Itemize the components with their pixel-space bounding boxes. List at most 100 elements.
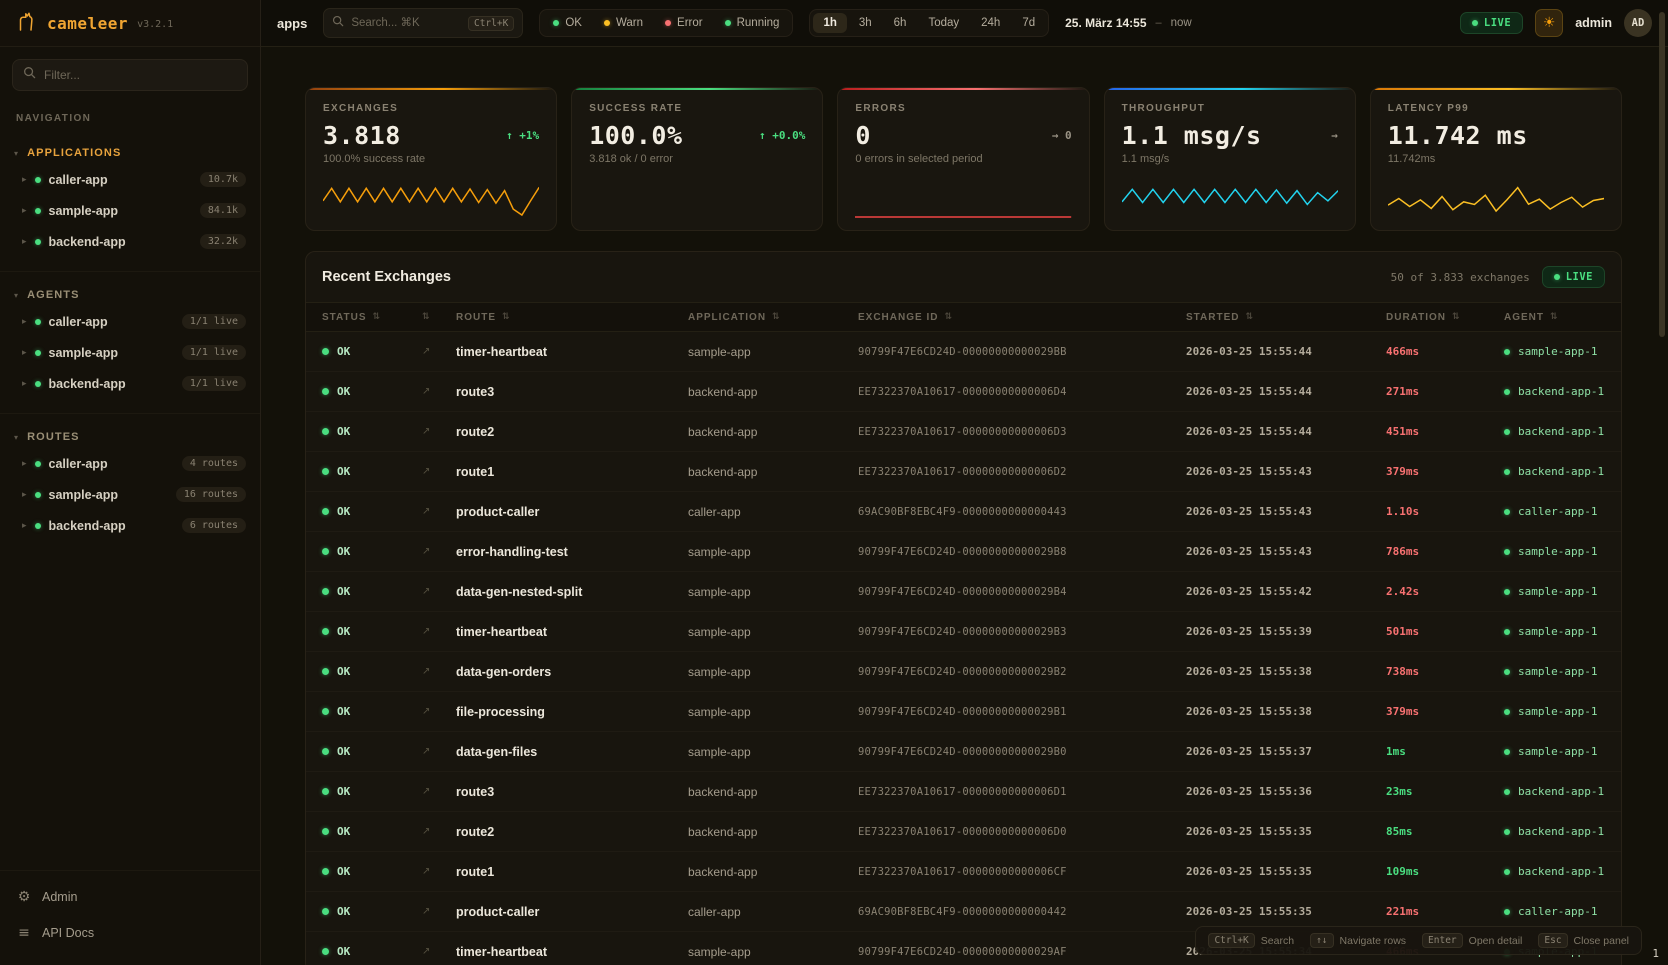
time-range-6h[interactable]: 6h — [884, 13, 917, 33]
sidebar-item-backend-app[interactable]: ▸ backend-app 32.2k — [0, 226, 260, 257]
application-cell: backend-app — [688, 785, 858, 799]
table-row[interactable]: OK ↗ timer-heartbeat sample-app 90799F47… — [306, 612, 1621, 652]
sidebar: cameleer v3.2.1 NAVIGATION ▾ APPLICATION… — [0, 0, 261, 965]
status-filter-ok[interactable]: OK — [543, 13, 592, 33]
live-label: LIVE — [1566, 271, 1593, 283]
exchange-id-cell: 90799F47E6CD24D-00000000000029AF — [858, 946, 1186, 958]
duration-cell: 109ms — [1386, 865, 1504, 878]
started-cell: 2026-03-25 15:55:42 — [1186, 585, 1386, 598]
agent-label: sample-app-1 — [1518, 745, 1597, 758]
table-row[interactable]: OK ↗ data-gen-orders sample-app 90799F47… — [306, 652, 1621, 692]
table-row[interactable]: OK ↗ route2 backend-app EE7322370A10617-… — [306, 812, 1621, 852]
column-header-agent[interactable]: AGENT ⇅ — [1504, 312, 1605, 323]
hint-label: Search — [1261, 935, 1294, 947]
table-row[interactable]: OK ↗ timer-heartbeat sample-app 90799F47… — [306, 332, 1621, 372]
table-row[interactable]: OK ↗ data-gen-nested-split sample-app 90… — [306, 572, 1621, 612]
duration-cell: 85ms — [1386, 825, 1504, 838]
sparkline-chart — [323, 184, 539, 220]
stat-card-throughput[interactable]: THROUGHPUT 1.1 msg/s → 1.1 msg/s — [1104, 87, 1356, 231]
ok-dot-icon — [322, 708, 329, 715]
sidebar-item-caller-app[interactable]: ▸ caller-app 10.7k — [0, 164, 260, 195]
table-row[interactable]: OK ↗ route1 backend-app EE7322370A10617-… — [306, 452, 1621, 492]
agent-label: backend-app-1 — [1518, 385, 1604, 398]
ok-dot-icon — [322, 468, 329, 475]
ok-dot-icon — [322, 668, 329, 675]
agent-dot-icon — [1504, 789, 1510, 795]
hint-label: Close panel — [1574, 935, 1629, 947]
column-header-duration[interactable]: DURATION ⇅ — [1386, 312, 1504, 323]
column-header-started[interactable]: STARTED ⇅ — [1186, 312, 1386, 323]
theme-toggle-button[interactable]: ☀ — [1535, 9, 1563, 37]
route-arrow-icon: ↗ — [422, 706, 456, 717]
table-row[interactable]: OK ↗ route1 backend-app EE7322370A10617-… — [306, 852, 1621, 892]
column-header-application[interactable]: APPLICATION ⇅ — [688, 312, 858, 323]
search-input[interactable] — [351, 17, 461, 29]
stat-subtitle: 1.1 msg/s — [1122, 153, 1338, 165]
sidebar-item-caller-app[interactable]: ▸ caller-app 4 routes — [0, 448, 260, 479]
status-filter-running[interactable]: Running — [715, 13, 790, 33]
time-range-24h[interactable]: 24h — [971, 13, 1010, 33]
sidebar-section-label: AGENTS — [27, 289, 79, 301]
filter-input[interactable] — [44, 68, 237, 82]
table-row[interactable]: OK ↗ data-gen-files sample-app 90799F47E… — [306, 732, 1621, 772]
sidebar-section-header[interactable]: ▾ APPLICATIONS — [0, 142, 260, 164]
date-range-display[interactable]: 25. März 14:55 – now — [1065, 16, 1192, 30]
ok-dot-icon — [322, 748, 329, 755]
live-toggle[interactable]: LIVE — [1460, 12, 1523, 34]
status-filter-warn[interactable]: Warn — [594, 13, 653, 33]
table-row[interactable]: OK ↗ error-handling-test sample-app 9079… — [306, 532, 1621, 572]
table-row[interactable]: OK ↗ product-caller caller-app 69AC90BF8… — [306, 492, 1621, 532]
sidebar-item-sample-app[interactable]: ▸ sample-app 84.1k — [0, 195, 260, 226]
status-dot-icon — [35, 523, 41, 529]
sidebar-item-sample-app[interactable]: ▸ sample-app 16 routes — [0, 479, 260, 510]
time-range-today[interactable]: Today — [918, 13, 969, 33]
stat-card-exchanges[interactable]: EXCHANGES 3.818 ↑ +1% 100.0% success rat… — [305, 87, 557, 231]
column-label: DURATION — [1386, 312, 1446, 323]
status-filter-error[interactable]: Error — [655, 13, 713, 33]
sidebar-item-backend-app[interactable]: ▸ backend-app 6 routes — [0, 510, 260, 541]
stat-card-success-rate[interactable]: SUCCESS RATE 100.0% ↑ +0.0% 3.818 ok / 0… — [571, 87, 823, 231]
sidebar-item-caller-app[interactable]: ▸ caller-app 1/1 live — [0, 306, 260, 337]
table-row[interactable]: OK ↗ file-processing sample-app 90799F47… — [306, 692, 1621, 732]
time-range-1h[interactable]: 1h — [813, 13, 846, 33]
column-header-icon[interactable]: ⇅ — [422, 312, 456, 322]
table-meta: 50 of 3.833 exchanges LIVE — [1391, 266, 1605, 288]
table-row[interactable]: OK ↗ route2 backend-app EE7322370A10617-… — [306, 412, 1621, 452]
column-label: STARTED — [1186, 312, 1239, 323]
table-live-badge[interactable]: LIVE — [1542, 266, 1605, 288]
filter-input-wrapper[interactable] — [12, 59, 248, 91]
agent-label: backend-app-1 — [1518, 865, 1604, 878]
sidebar-item-api-docs[interactable]: ≡ API Docs — [0, 915, 260, 951]
sidebar-item-backend-app[interactable]: ▸ backend-app 1/1 live — [0, 368, 260, 399]
time-range-7d[interactable]: 7d — [1012, 13, 1045, 33]
stat-card-latency-p99[interactable]: LATENCY P99 11.742 ms 11.742ms — [1370, 87, 1622, 231]
status-dot-icon — [35, 492, 41, 498]
status-label: OK — [337, 625, 350, 638]
logo[interactable]: cameleer v3.2.1 — [0, 0, 260, 47]
avatar[interactable]: AD — [1624, 9, 1652, 37]
agent-dot-icon — [1504, 829, 1510, 835]
sidebar-item-admin[interactable]: ⚙ Admin — [0, 879, 260, 915]
application-cell: caller-app — [688, 505, 858, 519]
application-cell: backend-app — [688, 385, 858, 399]
status-label: OK — [337, 345, 350, 358]
agent-cell: sample-app-1 — [1504, 345, 1605, 358]
table-row[interactable]: OK ↗ route3 backend-app EE7322370A10617-… — [306, 772, 1621, 812]
status-cell: OK — [322, 625, 422, 638]
stat-card-errors[interactable]: ERRORS 0 → 0 0 errors in selected period — [837, 87, 1089, 231]
ok-dot-icon — [322, 788, 329, 795]
sidebar-item-sample-app[interactable]: ▸ sample-app 1/1 live — [0, 337, 260, 368]
sort-icon: ⇅ — [1245, 312, 1254, 322]
exchange-id-cell: 69AC90BF8EBC4F9-0000000000000443 — [858, 506, 1186, 518]
table-row[interactable]: OK ↗ route3 backend-app EE7322370A10617-… — [306, 372, 1621, 412]
sidebar-sections: ▾ APPLICATIONS ▸ caller-app 10.7k▸ sampl… — [0, 128, 260, 541]
scrollbar-thumb[interactable] — [1659, 12, 1665, 337]
column-header-route[interactable]: ROUTE ⇅ — [456, 312, 688, 323]
global-search-wrapper[interactable]: Ctrl+K — [323, 8, 523, 38]
sidebar-section-header[interactable]: ▾ ROUTES — [0, 426, 260, 448]
sidebar-section-header[interactable]: ▾ AGENTS — [0, 284, 260, 306]
agent-label: caller-app-1 — [1518, 905, 1597, 918]
column-header-status[interactable]: STATUS ⇅ — [322, 312, 422, 323]
column-header-exchange-id[interactable]: EXCHANGE ID ⇅ — [858, 312, 1186, 323]
time-range-3h[interactable]: 3h — [849, 13, 882, 33]
